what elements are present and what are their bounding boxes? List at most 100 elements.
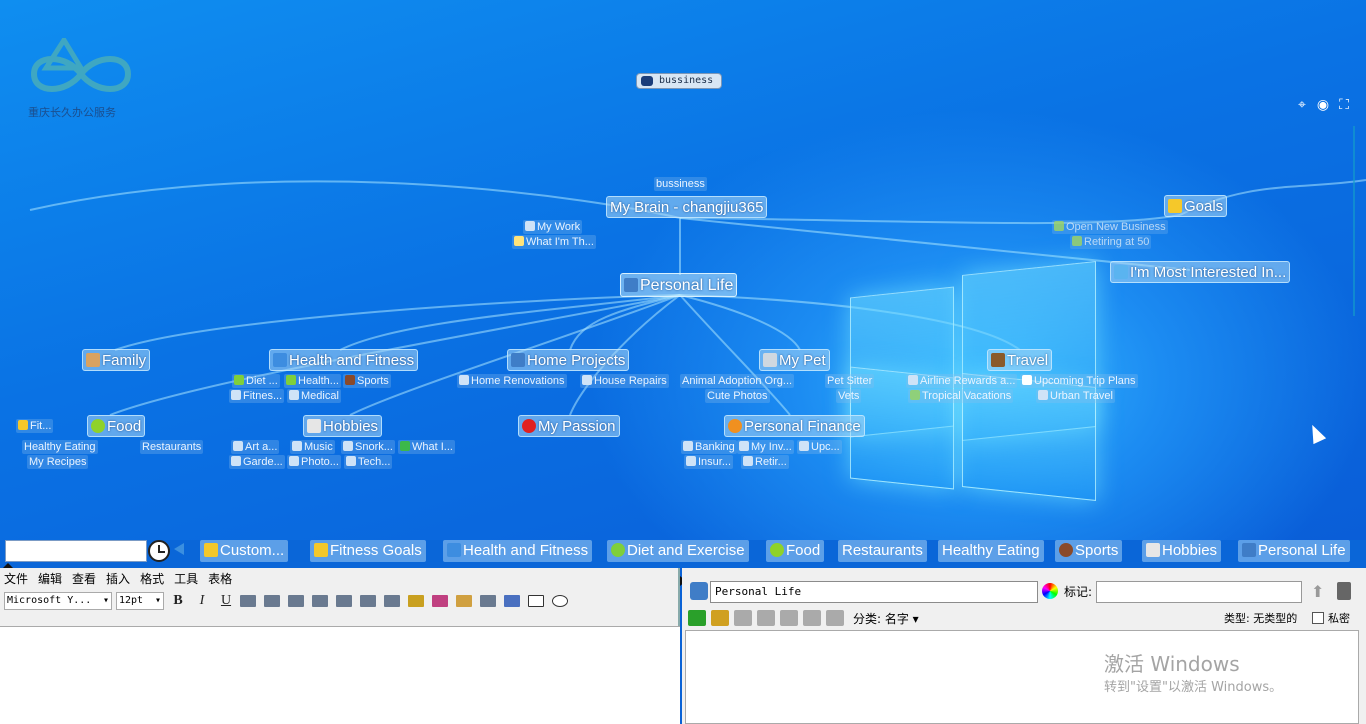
node-restaurants[interactable]: Restaurants [140,440,204,454]
mindmap-canvas[interactable]: 重庆长久办公服务 bussiness ⌖ ◉ ⛶ bussiness My Brai… [0,0,1366,540]
pin-healthy-eating[interactable]: Healthy Eating [938,540,1044,562]
node-animal-adoption[interactable]: Animal Adoption Org... [680,374,795,388]
node-home-renovations[interactable]: Home Renovations [457,374,567,388]
node-retiring[interactable]: Retiring at 50 [1070,235,1152,249]
up-arrow-icon[interactable]: ⬆ [1311,582,1324,601]
locate-icon[interactable]: ⌖ [1293,96,1311,114]
size-select[interactable]: 12pt [116,592,164,610]
node-passion[interactable]: My Passion [518,415,620,437]
node-travel[interactable]: Travel [987,349,1053,371]
add-attachment-icon[interactable] [688,610,706,626]
menu-file[interactable]: 文件 [4,572,28,586]
node-photo[interactable]: Photo... [287,455,341,469]
node-snorkel[interactable]: Snork... [341,440,395,454]
node-interested[interactable]: I'm Most Interested In... [1110,261,1291,283]
menu-tools[interactable]: 工具 [174,572,198,586]
back-arrow-icon[interactable] [174,543,184,555]
strikethrough-icon[interactable] [480,595,496,607]
outdent-icon[interactable] [360,595,376,607]
link-icon[interactable] [734,610,752,626]
pin-food[interactable]: Food [766,540,825,562]
node-music[interactable]: Music [290,440,335,454]
menu-format[interactable]: 格式 [140,572,164,586]
font-select[interactable]: Microsoft Y... [4,592,112,610]
node-family[interactable]: Family [82,349,151,371]
cut-icon[interactable] [803,610,821,626]
node-home[interactable]: Home Projects [507,349,630,371]
node-healthy-eating[interactable]: Healthy Eating [22,440,98,454]
bold-button[interactable]: B [168,592,188,610]
menu-insert[interactable]: 插入 [106,572,130,586]
thought-name-field[interactable]: Personal Life [710,581,1038,603]
search-input[interactable] [5,540,147,562]
checkbox-icon[interactable] [528,595,544,607]
pin-fitness-goals[interactable]: Fitness Goals [310,540,426,562]
pin-restaurants[interactable]: Restaurants [838,540,927,562]
node-diet[interactable]: Diet ... [232,374,280,388]
paste-icon[interactable] [826,610,844,626]
node-medical[interactable]: Medical [287,389,341,403]
align-center-icon[interactable] [264,595,280,607]
node-fitness[interactable]: Fitnes... [229,389,285,403]
copy-icon[interactable] [780,610,798,626]
node-upcoming-trip[interactable]: Upcoming Trip Plans [1020,374,1138,388]
tag-input[interactable] [1096,581,1302,603]
node-goals[interactable]: Goals [1164,195,1228,217]
align-right-icon[interactable] [288,595,304,607]
node-fit[interactable]: Fit... [16,419,54,433]
node-cute-photos[interactable]: Cute Photos [705,389,770,403]
note-text-area[interactable] [0,626,680,724]
house-icon[interactable] [690,582,708,600]
pin-hobbies[interactable]: Hobbies [1142,540,1222,562]
delete-icon[interactable] [757,610,775,626]
node-insurance[interactable]: Insur... [684,455,734,469]
fullscreen-icon[interactable]: ⛶ [1335,96,1353,114]
node-open-business[interactable]: Open New Business [1052,220,1168,234]
parent-top-tag[interactable]: bussiness [654,177,707,191]
color-wheel-icon[interactable] [1042,583,1058,599]
zoom-scrollbar[interactable] [1349,118,1359,328]
node-airline-rewards[interactable]: Airline Rewards a... [906,374,1018,388]
node-art[interactable]: Art a... [231,440,280,454]
pin-custom[interactable]: Custom... [200,540,289,562]
node-parent[interactable]: My Brain - changjiu365 [606,196,768,218]
play-icon[interactable] [552,595,568,607]
category-select[interactable]: 分类: 名字 ▾ [853,610,919,627]
node-retirement[interactable]: Retir... [741,455,789,469]
text-color-icon[interactable] [432,595,448,607]
node-health-sub[interactable]: Health... [284,374,341,388]
indent-icon[interactable] [384,595,400,607]
pin-personal-life[interactable]: Personal Life [1238,540,1350,562]
align-left-icon[interactable] [240,595,256,607]
top-chip[interactable]: bussiness [636,73,722,89]
node-my-work[interactable]: My Work [523,220,583,234]
folder-icon[interactable] [711,610,729,626]
menu-edit[interactable]: 编辑 [38,572,62,586]
node-tech[interactable]: Tech... [344,455,393,469]
node-sports[interactable]: Sports [343,374,391,388]
node-hobbies[interactable]: Hobbies [303,415,383,437]
node-urban[interactable]: Urban Travel [1036,389,1115,403]
node-banking[interactable]: Banking [681,440,737,454]
node-pet-sitter[interactable]: Pet Sitter [825,374,875,388]
node-center[interactable]: Personal Life [620,273,738,297]
pin-diet-exercise[interactable]: Diet and Exercise [607,540,749,562]
node-upcoming[interactable]: Upc... [797,440,842,454]
node-what-i[interactable]: What I... [398,440,455,454]
bullet-list-icon[interactable] [312,595,328,607]
private-checkbox[interactable]: 私密 [1312,610,1350,626]
node-what-im-thinking[interactable]: What I'm Th... [512,235,596,249]
node-health[interactable]: Health and Fitness [269,349,419,371]
numbered-list-icon[interactable] [336,595,352,607]
node-vets[interactable]: Vets [836,389,862,403]
node-my-recipes[interactable]: My Recipes [27,455,89,469]
table-icon[interactable] [504,595,520,607]
node-garden[interactable]: Garde... [229,455,285,469]
node-tropical[interactable]: Tropical Vacations [908,389,1014,403]
pin-sports[interactable]: Sports [1055,540,1123,562]
node-house-repairs[interactable]: House Repairs [580,374,669,388]
pin-health-fitness[interactable]: Health and Fitness [443,540,593,562]
underline-button[interactable]: U [216,592,236,610]
focus-icon[interactable]: ◉ [1314,96,1332,114]
trash-icon[interactable] [1337,582,1351,600]
